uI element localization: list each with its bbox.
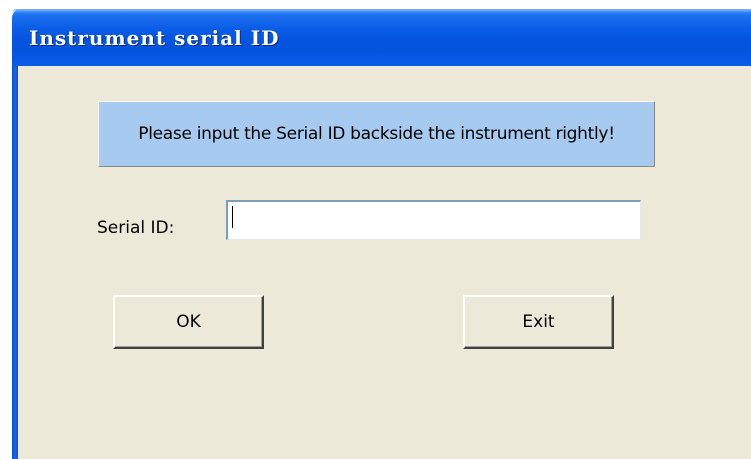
title-bar-background: Instrument serial ID [12,9,751,66]
dialog-window: Instrument serial ID Please input the Se… [0,0,751,459]
serial-id-input[interactable] [226,200,641,240]
serial-id-label: Serial ID: [97,218,175,238]
ok-button[interactable]: OK [113,295,264,349]
exit-button[interactable]: Exit [463,295,614,349]
text-caret [232,206,233,228]
message-panel: Please input the Serial ID backside the … [98,101,655,167]
title-bar[interactable]: Instrument serial ID [0,0,751,66]
window-title: Instrument serial ID [29,26,280,50]
instruction-message: Please input the Serial ID backside the … [138,124,615,144]
